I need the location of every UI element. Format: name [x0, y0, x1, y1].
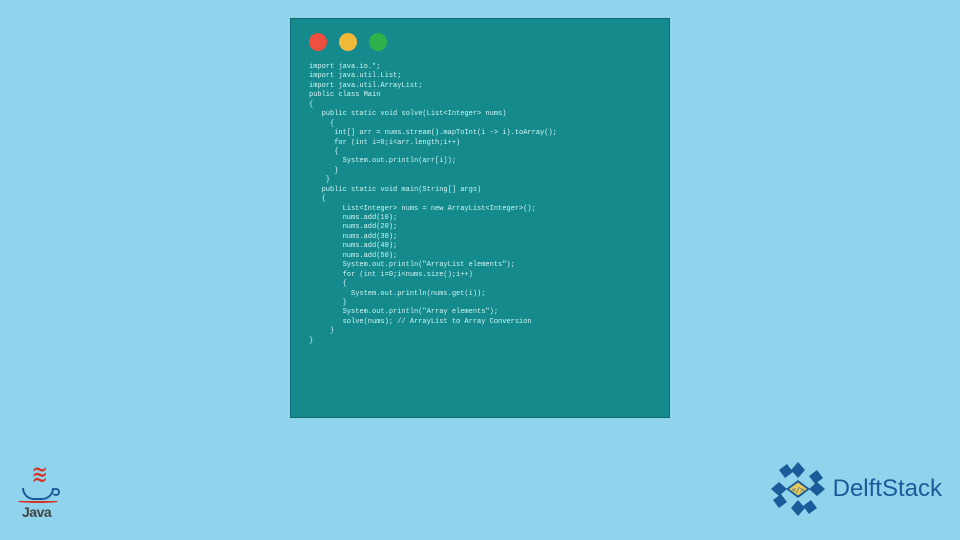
minimize-icon[interactable] [339, 33, 357, 51]
java-handle-icon [52, 488, 60, 496]
window-controls [291, 19, 669, 59]
java-steam-icon: ≋ [32, 458, 48, 492]
java-logo: ≋ Java [18, 458, 68, 526]
java-saucer-icon [18, 500, 58, 503]
delftstack-logo: </> DelftStack [769, 460, 942, 518]
java-cup-icon [22, 488, 54, 500]
delftstack-logo-text: DelftStack [833, 475, 942, 503]
svg-text:</>: </> [791, 486, 804, 494]
delftstack-icon: </> [769, 460, 827, 518]
java-logo-text: Java [22, 504, 51, 520]
maximize-icon[interactable] [369, 33, 387, 51]
code-window: import java.io.*; import java.util.List;… [290, 18, 670, 418]
code-content: import java.io.*; import java.util.List;… [291, 59, 669, 356]
close-icon[interactable] [309, 33, 327, 51]
